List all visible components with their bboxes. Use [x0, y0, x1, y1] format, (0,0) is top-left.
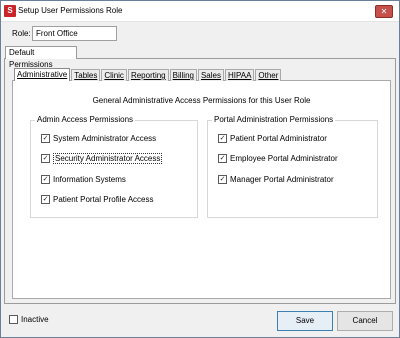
employee-portal-admin-row[interactable]: ✓ Employee Portal Administrator [218, 153, 338, 163]
tab-billing[interactable]: Billing [169, 69, 197, 81]
save-button[interactable]: Save [277, 311, 333, 331]
information-systems-row[interactable]: ✓ Information Systems [41, 174, 126, 184]
patient-portal-profile-row[interactable]: ✓ Patient Portal Profile Access [41, 194, 154, 204]
tab-tables[interactable]: Tables [71, 69, 101, 81]
portal-admin-group-title: Portal Administration Permissions [212, 115, 336, 124]
tab-clinic[interactable]: Clinic [101, 69, 127, 81]
portal-admin-group: Portal Administration Permissions ✓ Pati… [207, 115, 378, 218]
information-systems-checkbox[interactable]: ✓ [41, 174, 50, 184]
patient-portal-admin-label: Patient Portal Administrator [230, 133, 327, 143]
permissions-dialog: S Setup User Permissions Role ✕ Role: Fr… [0, 0, 400, 338]
patient-portal-profile-checkbox[interactable]: ✓ [41, 194, 50, 204]
admin-access-group: Admin Access Permissions ✓ System Admini… [30, 115, 198, 218]
inactive-label: Inactive [21, 315, 49, 324]
cancel-button[interactable]: Cancel [337, 311, 393, 331]
tab-hipaa[interactable]: HIPAA [224, 69, 255, 81]
patient-portal-admin-row[interactable]: ✓ Patient Portal Administrator [218, 133, 327, 143]
window-title: Setup User Permissions Role [18, 6, 123, 15]
permission-tabs: Administrative Tables Clinic Reporting B… [14, 68, 282, 81]
employee-portal-admin-label: Employee Portal Administrator [230, 153, 338, 163]
admin-access-group-title: Admin Access Permissions [35, 115, 136, 124]
system-admin-access-checkbox[interactable]: ✓ [41, 133, 50, 143]
role-field[interactable]: Front Office [32, 26, 117, 41]
tab-default-permissions[interactable]: Default Permissions [5, 46, 77, 69]
system-admin-access-label: System Administrator Access [53, 133, 157, 143]
employee-portal-admin-checkbox[interactable]: ✓ [218, 153, 227, 163]
tab-reporting[interactable]: Reporting [127, 69, 169, 81]
security-admin-access-label: Security Administrator Access [53, 152, 163, 164]
tab-administrative[interactable]: Administrative [14, 68, 71, 81]
inactive-checkbox[interactable] [9, 315, 18, 324]
patient-portal-admin-checkbox[interactable]: ✓ [218, 133, 227, 143]
close-button[interactable]: ✕ [375, 5, 393, 18]
security-admin-access-row[interactable]: ✓ Security Administrator Access [41, 152, 163, 164]
tab-sales[interactable]: Sales [197, 69, 224, 81]
manager-portal-admin-checkbox[interactable]: ✓ [218, 174, 227, 184]
role-label: Role: [12, 29, 31, 38]
patient-portal-profile-label: Patient Portal Profile Access [53, 194, 154, 204]
title-bar: S Setup User Permissions Role ✕ [1, 1, 399, 22]
administrative-panel: General Administrative Access Permission… [12, 80, 391, 299]
system-admin-access-row[interactable]: ✓ System Administrator Access [41, 133, 156, 143]
manager-portal-admin-row[interactable]: ✓ Manager Portal Administrator [218, 174, 334, 184]
inactive-row[interactable]: Inactive [9, 315, 49, 324]
panel-heading: General Administrative Access Permission… [92, 96, 311, 105]
information-systems-label: Information Systems [53, 174, 126, 184]
app-icon: S [4, 5, 16, 17]
manager-portal-admin-label: Manager Portal Administrator [230, 174, 334, 184]
tab-other[interactable]: Other [255, 69, 282, 81]
security-admin-access-checkbox[interactable]: ✓ [41, 153, 50, 163]
